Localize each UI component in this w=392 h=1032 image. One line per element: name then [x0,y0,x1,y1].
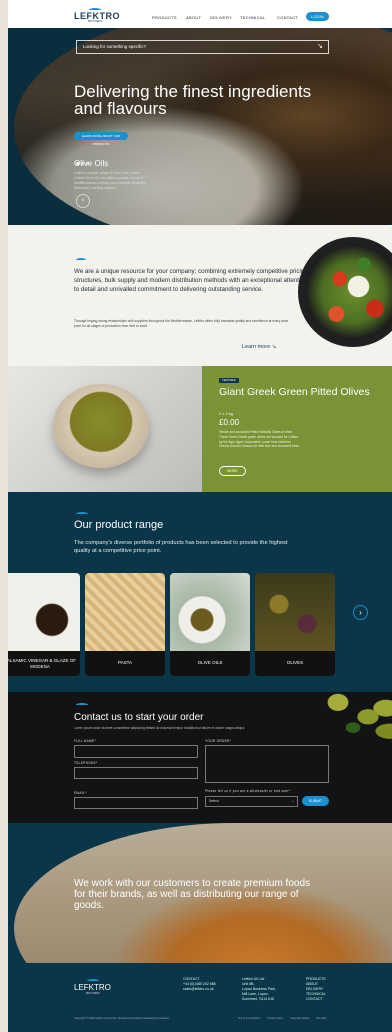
balsamic-image [8,573,80,651]
footer-logo-text: LEFKTRO [74,983,111,992]
arrow-diagonal-icon: ↘ [271,344,277,350]
site-header: LEFKTRO BROTHERS PRODUCTS ABOUT DELIVERY… [8,0,392,28]
full-name-field[interactable] [74,745,198,758]
nav-products[interactable]: PRODUCTS [152,15,177,20]
full-name-label: FULL NAME* [74,739,97,743]
nav-technical[interactable]: TECHNICAL [240,15,265,20]
slide-title: Olive Oils [74,159,109,168]
range-title: Our product range [74,519,164,531]
site-logo[interactable]: LEFKTRO BROTHERS [74,8,120,24]
privacy-link[interactable]: Privacy Policy [267,1017,283,1020]
wholesaler-select[interactable]: Select ⌄ [205,796,298,807]
wave-icon [76,512,88,516]
card-label: BALSAMIC VINEGAR & GLAZE OF MODENA [8,658,77,669]
submit-button[interactable]: SUBMIT [302,796,329,806]
telephone-label: TELEPHONE* [74,761,98,765]
page: LEFKTRO BROTHERS PRODUCTS ABOUT DELIVERY… [8,0,392,1032]
olives-card-image [255,573,335,651]
footer-links: PRODUCTS ABOUT DELIVERY TECHNICAL CONTAC… [306,977,326,1002]
search-input[interactable]: Looking for something specific? ↘ [76,40,329,54]
legal-links: Terms & Conditions Privacy Policy Copyri… [238,1017,332,1020]
product-card-balsamic[interactable]: BALSAMIC VINEGAR & GLAZE OF MODENA [8,573,80,676]
footer-logo-subtext: BROTHERS [86,992,100,995]
banner-text: We work with our customers to create pre… [74,878,311,911]
footer-link-contact[interactable]: CONTACT [306,997,326,1002]
olive-oil-image [170,573,250,651]
about-text: We are a unique resource for your compan… [74,268,308,293]
about-small-text: Through forging strong relationships wit… [74,319,289,328]
card-label: PASTA [117,660,133,665]
chevron-down-icon: ⌄ [291,799,294,803]
salad-bowl-image [298,237,392,347]
footer-logo[interactable]: LEFKTRO BROTHERS [74,979,118,999]
arrow-diagonal-icon[interactable]: ↘ [317,41,323,53]
login-button[interactable]: LOGIN [306,12,329,21]
logo-subtext: BROTHERS [88,20,102,23]
contact-subtitle: Lorem ipsum dolor sit amet consectetur a… [74,726,245,730]
learn-more-link[interactable]: Learn more ↘ [242,344,276,350]
wave-icon [76,703,88,707]
email-label: EMAIL* [74,791,87,795]
site-footer: LEFKTRO BROTHERS CONTACT +44 (0)1480 242… [8,963,392,1032]
footer-email[interactable]: sales@lefktro.co.uk [183,987,216,992]
product-description: Tender and succulent Pitted Halkidiki Ol… [219,430,300,449]
copyright-notice-link[interactable]: Copyright Notice [290,1017,309,1020]
hero-section: Looking for something specific? ↘ Delive… [8,28,392,225]
learn-more-products-button[interactable]: LEARN MORE ABOUT OUR PRODUCTS [74,132,128,146]
product-title: Giant Greek Green Pitted Olives [219,386,370,398]
wave-icon [76,258,86,262]
telephone-field[interactable] [74,767,198,779]
search-placeholder: Looking for something specific? [83,44,147,49]
footer-contact: CONTACT +44 (0)1480 242 588 sales@lefktr… [183,977,216,992]
footer-address: Lefktro UK Ltd Unit 5B, Lupan Business P… [242,977,277,1001]
carousel-next-icon[interactable]: › [353,605,368,620]
more-button[interactable]: MORE [219,466,246,476]
range-description: The company's diverse portfolio of produ… [74,540,288,554]
card-label: OLIVE OILS [197,660,223,665]
olives-image [8,366,202,492]
your-order-label: YOUR ORDER* [205,739,232,743]
sitemap-link[interactable]: Site Map [316,1017,326,1020]
product-card-pasta[interactable]: PASTA [85,573,165,676]
featured-product-panel: FEATURED Giant Greek Green Pitted Olives… [202,366,392,492]
product-card-olives[interactable]: OLIVES [255,573,335,676]
featured-badge: FEATURED [219,378,239,383]
card-label: OLIVES [286,660,304,665]
your-order-field[interactable] [205,745,329,783]
email-field[interactable] [74,797,198,809]
olive-bowl [53,384,149,468]
product-card-olive-oils[interactable]: OLIVE OILS [170,573,250,676]
nav-delivery[interactable]: DELIVERY [210,15,232,20]
product-price: £0.00 [219,418,240,427]
customers-banner: We work with our customers to create pre… [8,823,392,963]
slide-description: Lefktro's unique range of Olive Oils, Gr… [74,171,147,190]
copyright-text: Copyright © 2024 Lefktro Food Links. Des… [74,1017,169,1020]
contact-title: Contact us to start your order [74,712,204,723]
wholesaler-question: Please tell us if you are a wholesaler o… [205,789,291,793]
contact-section: Contact us to start your order Lorem ips… [8,688,392,823]
about-section: We are a unique resource for your compan… [8,225,392,366]
product-weight: 2 x 4 kg [219,411,234,416]
terms-link[interactable]: Terms & Conditions [238,1017,261,1020]
nav-contact[interactable]: CONTACT [277,15,298,20]
hero-title: Delivering the finest ingredients and fl… [74,82,312,118]
product-range-section: Our product range The company's diverse … [8,492,392,692]
pasta-image [85,573,165,651]
nav-about[interactable]: ABOUT [186,15,201,20]
slide-prev-icon[interactable]: ‹ [76,194,90,208]
